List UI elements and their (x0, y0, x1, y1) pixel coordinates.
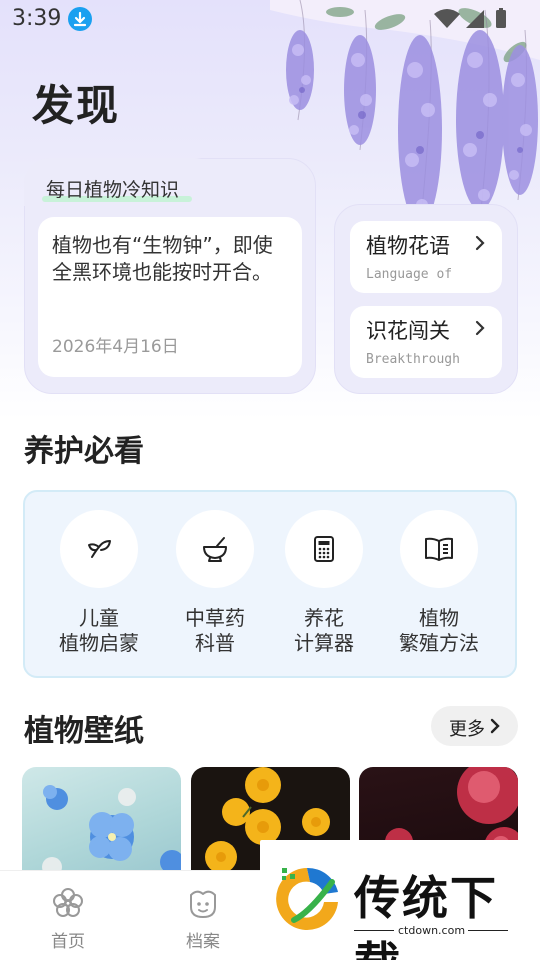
nav-home[interactable]: 首页 (28, 885, 108, 952)
mortar-icon (203, 537, 227, 562)
wallpaper-section-title: 植物壁纸 (24, 714, 144, 749)
download-icon (68, 7, 92, 31)
system-icons (432, 8, 510, 34)
sprout-icon (88, 540, 111, 558)
blue-flowers-image (42, 785, 181, 877)
daily-fact-text: 植物也有“生物钟”，即使全黑环境也能按时开合。 (52, 233, 273, 284)
watermark-url: ctdown.com (398, 924, 466, 937)
wifi-icon (434, 9, 460, 28)
flower-language-card[interactable]: 植物花语 Language of (350, 221, 502, 293)
chevron-right-icon (475, 235, 485, 251)
more-button-label: 更多 (449, 719, 485, 740)
page-title: 发现 (32, 81, 121, 130)
watermark-divider (354, 930, 394, 931)
flower-language-title: 植物花语 (366, 234, 450, 258)
daily-fact-date: 2026年4月16日 (52, 337, 179, 357)
signal-icon (466, 10, 484, 28)
care-item-propagation[interactable]: 植物 繁殖方法 (389, 510, 489, 656)
nav-archive[interactable]: 档案 (163, 885, 243, 952)
care-item-label: 养花 计算器 (294, 606, 354, 655)
flower-language-subtitle: Language of (366, 267, 453, 282)
chevron-right-icon (490, 718, 500, 734)
care-item-label: 植物 繁殖方法 (399, 606, 479, 655)
wallpaper-thumbnail[interactable] (22, 767, 181, 877)
care-item-label: 儿童 植物启蒙 (59, 606, 139, 655)
watermark-divider (468, 930, 508, 931)
flower-icon (53, 888, 83, 917)
watermark-logo (276, 867, 338, 930)
daily-fact-label: 每日植物冷知识 (46, 179, 180, 201)
battery-icon (496, 10, 506, 28)
care-item-label: 中草药 科普 (185, 606, 245, 655)
flower-challenge-title: 识花闯关 (366, 319, 450, 343)
more-button[interactable]: 更多 (431, 706, 518, 746)
status-bar: 3:39 (0, 0, 540, 38)
nav-home-label: 首页 (51, 932, 85, 952)
care-item-calculator[interactable]: 养花 计算器 (274, 510, 374, 656)
chevron-right-icon (475, 320, 485, 336)
plant-face-icon (190, 890, 216, 918)
nav-archive-label: 档案 (186, 932, 220, 952)
watermark-overlay: 传统下载 ctdown.com (260, 840, 540, 960)
flower-challenge-subtitle: Breakthrough (366, 352, 460, 367)
watermark-brand: 传统下载 (354, 871, 498, 960)
flower-challenge-card[interactable]: 识花闯关 Breakthrough (350, 306, 502, 378)
status-time: 3:39 (12, 6, 62, 31)
care-item-herbal[interactable]: 中草药 科普 (165, 510, 265, 656)
book-icon (425, 537, 453, 561)
calculator-icon (314, 536, 334, 562)
care-item-kids[interactable]: 儿童 植物启蒙 (49, 510, 149, 656)
care-section-title: 养护必看 (24, 434, 144, 469)
